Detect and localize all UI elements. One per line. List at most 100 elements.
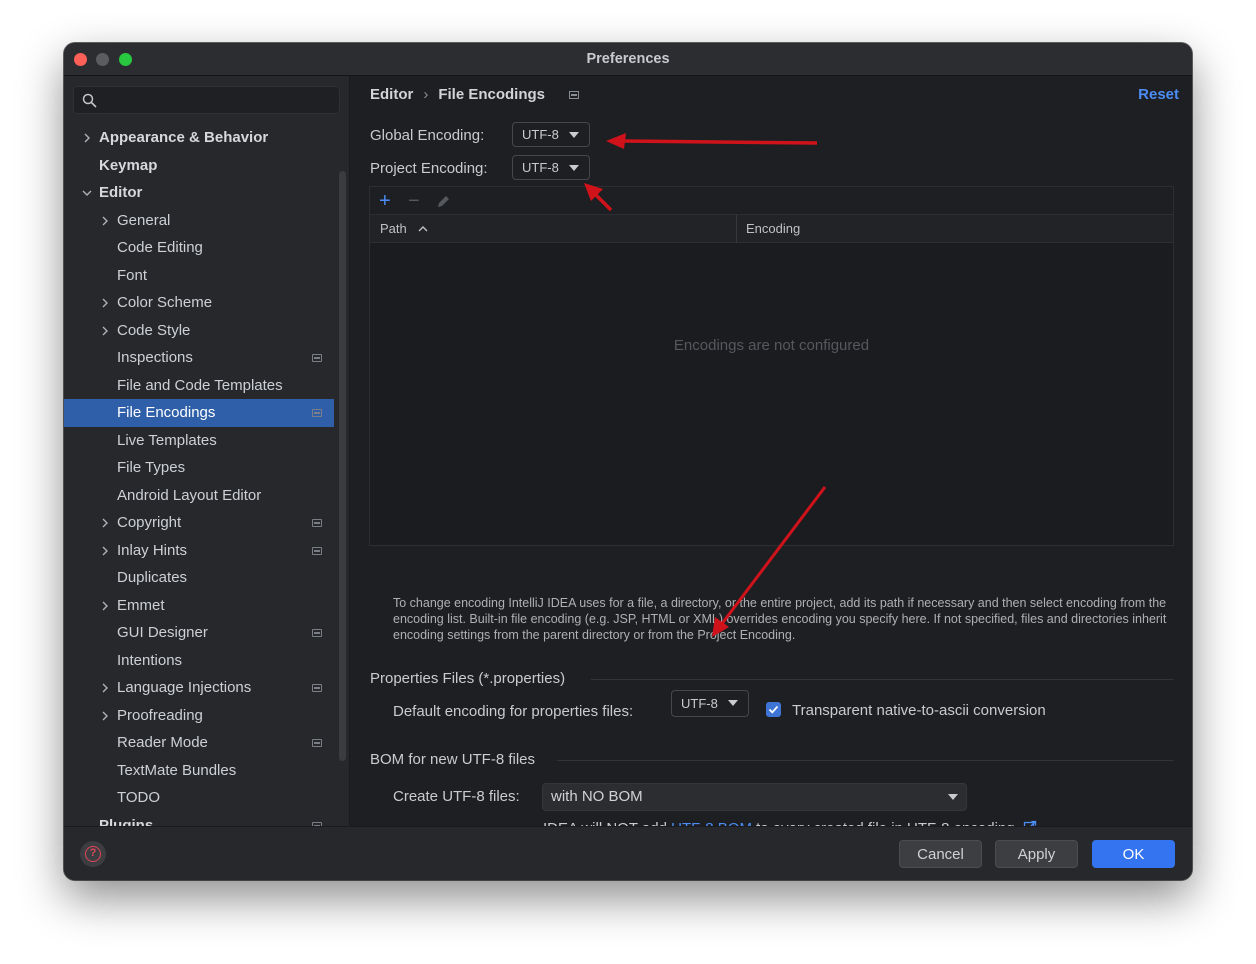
sidebar-item-live-templates[interactable]: Live Templates	[64, 427, 334, 455]
window-title: Preferences	[586, 51, 670, 67]
sidebar-item-proofreading[interactable]: Proofreading	[64, 702, 334, 730]
sidebar-item-inlay-hints[interactable]: Inlay Hints	[64, 537, 334, 565]
sidebar-item-color-scheme[interactable]: Color Scheme	[64, 289, 334, 317]
sidebar-item-label: File Encodings	[117, 404, 216, 421]
breadcrumb: Editor › File Encodings	[370, 86, 545, 103]
properties-encoding-select[interactable]: UTF-8	[671, 690, 749, 717]
sidebar-item-file-and-code-templates[interactable]: File and Code Templates	[64, 372, 334, 400]
help-icon: ?	[85, 846, 101, 862]
sidebar-item-emmet[interactable]: Emmet	[64, 592, 334, 620]
chevron-right-icon[interactable]	[100, 546, 110, 556]
sidebar-item-label: Code Style	[117, 321, 191, 339]
chevron-right-icon[interactable]	[100, 216, 110, 226]
sidebar-item-label: Proofreading	[117, 706, 203, 724]
sidebar-item-file-types[interactable]: File Types	[64, 454, 334, 482]
project-scope-icon	[312, 546, 322, 555]
section-divider	[591, 679, 1173, 680]
chevron-right-icon[interactable]	[100, 326, 110, 336]
project-encoding-select[interactable]: UTF-8	[512, 155, 590, 180]
sidebar-item-file-encodings[interactable]: File Encodings	[64, 399, 334, 427]
chevron-right-icon[interactable]	[100, 601, 110, 611]
sidebar-item-inspections[interactable]: Inspections	[64, 344, 334, 372]
chevron-right-icon: ›	[423, 86, 429, 103]
help-button[interactable]: ?	[80, 841, 106, 867]
project-encoding-label: Project Encoding:	[370, 160, 488, 177]
bom-select[interactable]: with NO BOM	[542, 783, 967, 811]
chevron-right-icon[interactable]	[82, 133, 92, 143]
column-header-path[interactable]: Path	[380, 215, 428, 243]
cancel-button[interactable]: Cancel	[899, 840, 982, 868]
sidebar-item-label: TextMate Bundles	[117, 761, 237, 779]
sidebar-item-plugins[interactable]: Plugins	[64, 812, 334, 826]
chevron-down-icon[interactable]	[82, 188, 92, 198]
sidebar-item-gui-designer[interactable]: GUI Designer	[64, 619, 334, 647]
sidebar-item-label: GUI Designer	[117, 624, 208, 641]
sidebar-item-code-editing[interactable]: Code Editing	[64, 234, 334, 262]
apply-button[interactable]: Apply	[995, 840, 1078, 868]
sidebar-item-copyright[interactable]: Copyright	[64, 509, 334, 537]
breadcrumb-parent[interactable]: Editor	[370, 86, 413, 103]
table-header: Path Encoding	[370, 215, 1173, 243]
remove-icon[interactable]: −	[408, 189, 420, 213]
dropdown-arrow-icon	[728, 700, 738, 706]
global-encoding-label: Global Encoding:	[370, 127, 485, 144]
ok-button[interactable]: OK	[1092, 840, 1175, 868]
column-header-encoding[interactable]: Encoding	[746, 215, 800, 243]
global-encoding-select[interactable]: UTF-8	[512, 122, 590, 147]
sidebar-item-label: Live Templates	[117, 431, 217, 449]
sidebar-item-editor[interactable]: Editor	[64, 179, 334, 207]
dropdown-arrow-icon	[569, 165, 579, 171]
transparent-ascii-label[interactable]: Transparent native-to-ascii conversion	[792, 702, 1046, 719]
sidebar-item-general[interactable]: General	[64, 207, 334, 235]
sidebar-item-label: Editor	[99, 184, 143, 201]
sidebar-item-reader-mode[interactable]: Reader Mode	[64, 729, 334, 757]
sidebar-item-label: File and Code Templates	[117, 376, 283, 394]
sidebar-item-intentions[interactable]: Intentions	[64, 647, 334, 675]
settings-search-input[interactable]	[73, 86, 340, 114]
sidebar-item-duplicates[interactable]: Duplicates	[64, 564, 334, 592]
reset-link[interactable]: Reset	[1138, 86, 1179, 103]
table-empty-text: Encodings are not configured	[673, 337, 870, 354]
project-scope-icon	[312, 354, 322, 362]
sidebar-item-label: Color Scheme	[117, 294, 213, 311]
sidebar-item-textmate-bundles[interactable]: TextMate Bundles	[64, 757, 334, 785]
sidebar-item-code-style[interactable]: Code Style	[64, 317, 334, 345]
sidebar-item-language-injections[interactable]: Language Injections	[64, 674, 334, 702]
project-scope-icon	[312, 519, 322, 527]
sidebar-item-label: Inlay Hints	[117, 541, 188, 559]
edit-pencil-icon[interactable]	[436, 194, 451, 209]
transparent-ascii-checkbox[interactable]	[766, 702, 781, 717]
sidebar-item-font[interactable]: Font	[64, 262, 334, 290]
column-divider[interactable]	[736, 215, 737, 243]
settings-sidebar: Appearance & Behavior Keymap Editor General…	[64, 76, 350, 826]
project-scope-icon	[312, 629, 322, 637]
sidebar-item-android-layout-editor[interactable]: Android Layout Editor	[64, 482, 334, 510]
sidebar-item-label: Font	[117, 266, 148, 284]
sidebar-item-label: Language Injections	[117, 679, 252, 696]
chevron-right-icon[interactable]	[100, 298, 110, 308]
bom-section-title: BOM for new UTF-8 files	[370, 751, 536, 768]
sidebar-scrollbar[interactable]	[339, 171, 346, 761]
chevron-right-icon[interactable]	[100, 518, 110, 528]
preferences-window: Preferences Appearance & Behavior Keymap E…	[64, 43, 1192, 880]
search-icon	[82, 93, 97, 108]
add-icon[interactable]: +	[379, 189, 391, 213]
bom-select-value: with NO BOM	[551, 788, 643, 805]
encoding-help-text: To change encoding IntelliJ IDEA uses fo…	[393, 596, 1167, 642]
dropdown-arrow-icon	[948, 794, 958, 800]
chevron-right-icon[interactable]	[100, 683, 110, 693]
sidebar-item-label: Keymap	[99, 156, 158, 174]
sidebar-item-label: Intentions	[117, 651, 183, 669]
sort-ascending-icon	[418, 226, 428, 232]
settings-content: Editor › File Encodings Reset Global Encod…	[351, 76, 1192, 837]
sidebar-item-keymap[interactable]: Keymap	[64, 152, 334, 180]
sidebar-item-label: Code Editing	[117, 239, 203, 256]
project-scope-icon	[312, 739, 322, 747]
project-encoding-value: UTF-8	[522, 160, 559, 175]
title-bar: Preferences	[64, 43, 1192, 76]
project-scope-icon	[569, 91, 579, 99]
sidebar-item-todo[interactable]: TODO	[64, 784, 334, 812]
sidebar-item-appearance-behavior[interactable]: Appearance & Behavior	[64, 124, 334, 152]
sidebar-item-label: Reader Mode	[117, 734, 208, 751]
chevron-right-icon[interactable]	[100, 711, 110, 721]
